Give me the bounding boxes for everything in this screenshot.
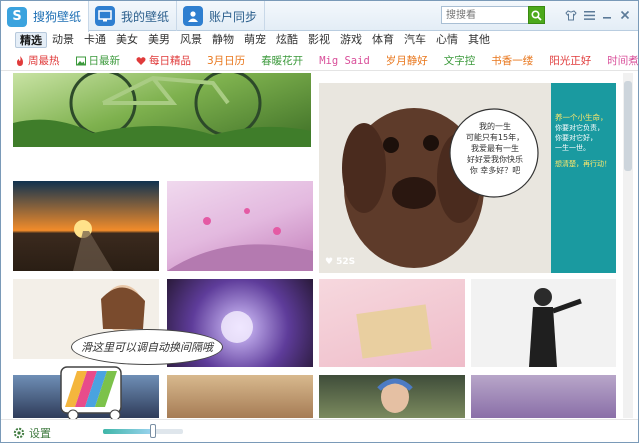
wallpaper-thumbnail[interactable] (13, 73, 311, 147)
category-item[interactable]: 萌宠 (239, 32, 271, 48)
gear-icon (13, 427, 25, 439)
category-item[interactable]: 美男 (143, 32, 175, 48)
close-icon (620, 10, 630, 20)
interval-slider[interactable] (103, 424, 183, 438)
side-line: 一生一世。 (555, 144, 590, 152)
category-item[interactable]: 炫酷 (271, 32, 303, 48)
subcategory-item[interactable]: 春暖花开 (261, 53, 303, 68)
minimize-button[interactable] (599, 7, 615, 23)
search-icon (531, 9, 542, 21)
settings-label: 设置 (29, 427, 51, 440)
subcategory-item[interactable]: Mig Said (319, 55, 370, 67)
category-item[interactable]: 心情 (431, 32, 463, 48)
subcategory-weekly-hot[interactable]: 周最热 (15, 53, 60, 68)
subcategory-item[interactable]: 书香一缕 (491, 53, 533, 68)
top-tab-bar: S 搜狗壁纸 我的壁纸 账户同步 (1, 1, 638, 32)
featured-wallpaper[interactable]: 我的一生 可能只有15年， 我爱最有一生 好好爱我你快乐 你 幸多好？吧 养一个… (319, 83, 616, 273)
quote-line: 可能只有15年， (465, 133, 525, 142)
watermark-text: 52S (336, 257, 356, 267)
monitor-icon (95, 6, 115, 26)
category-item[interactable]: 游戏 (335, 32, 367, 48)
skin-button[interactable] (563, 7, 579, 23)
subcategory-item[interactable]: 时间煮雨 (607, 53, 638, 68)
category-item[interactable]: 风景 (175, 32, 207, 48)
subcategory-label: 每日精品 (149, 55, 191, 67)
fire-icon (17, 55, 23, 66)
wallpaper-thumbnail[interactable] (319, 279, 465, 367)
heart-icon (136, 56, 146, 65)
subcategory-label: 周最热 (28, 55, 60, 67)
side-cta: 想清楚，再行动！ (555, 160, 611, 168)
close-button[interactable] (617, 7, 633, 23)
search-button[interactable] (528, 6, 545, 24)
quote-line: 好好爱我你快乐 (467, 155, 523, 164)
slider-knob[interactable] (149, 424, 156, 438)
subcategory-bar: 周最热 日最新 每日精品 3月日历 春暖花开 Mig Said 岁月静好 文字控… (1, 51, 638, 71)
settings-button[interactable]: 设置 (13, 425, 51, 441)
tab-sogou-wallpaper[interactable]: S 搜狗壁纸 (1, 1, 89, 32)
shirt-icon (565, 9, 577, 20)
app-window: S 搜狗壁纸 我的壁纸 账户同步 搜搜看 精选 动景 卡通 美女 美男 风景 静… (0, 0, 639, 443)
category-bar: 精选 动景 卡通 美女 美男 风景 静物 萌宠 炫酷 影视 游戏 体育 汽车 心… (1, 31, 638, 49)
subcategory-daily-new[interactable]: 日最新 (75, 53, 121, 68)
wallpaper-thumbnail[interactable] (13, 181, 159, 271)
wallpaper-thumbnail[interactable] (167, 181, 313, 271)
category-item[interactable]: 卡通 (79, 32, 111, 48)
tab-label: 我的壁纸 (121, 9, 170, 24)
minimize-icon (603, 17, 611, 19)
menu-button[interactable] (581, 7, 597, 23)
category-item[interactable]: 体育 (367, 32, 399, 48)
quote-line: 你 幸多好？吧 (469, 166, 521, 175)
side-line: 你要对它负责， (555, 124, 604, 132)
tab-my-wallpaper[interactable]: 我的壁纸 (89, 1, 177, 31)
category-item[interactable]: 其他 (463, 32, 495, 48)
tab-label: 账户同步 (209, 9, 258, 24)
vertical-scrollbar[interactable] (623, 73, 633, 418)
side-line: 你要对它好， (555, 134, 597, 142)
subcategory-item[interactable]: 3月日历 (207, 53, 245, 68)
category-item[interactable]: 汽车 (399, 32, 431, 48)
category-featured[interactable]: 精选 (15, 32, 47, 48)
tab-account-sync[interactable]: 账户同步 (177, 1, 265, 31)
subcategory-daily-best[interactable]: 每日精品 (136, 53, 191, 68)
category-item[interactable]: 动景 (47, 32, 79, 48)
heart-icon: ♥ (325, 257, 334, 267)
category-item[interactable]: 美女 (111, 32, 143, 48)
mascot-illustration (60, 366, 122, 421)
sogou-logo-icon: S (7, 6, 27, 27)
quote-line: 我的一生 (479, 122, 511, 131)
picture-icon (75, 56, 86, 65)
menu-icon (583, 10, 595, 20)
side-title: 养一个小生命， (555, 113, 608, 122)
wallpaper-thumbnail[interactable] (471, 279, 616, 367)
tab-label: 搜狗壁纸 (33, 10, 82, 24)
wallpaper-thumbnail[interactable] (319, 375, 465, 418)
subcategory-item[interactable]: 文字控 (444, 53, 476, 68)
subcategory-item[interactable]: 阳光正好 (549, 53, 591, 68)
scrollbar-thumb[interactable] (624, 81, 632, 171)
wallpaper-thumbnail[interactable] (167, 375, 313, 418)
category-item[interactable]: 静物 (207, 32, 239, 48)
wallpaper-thumbnail[interactable] (471, 375, 616, 418)
footer-bar: 设置 (1, 419, 638, 442)
subcategory-label: 日最新 (88, 55, 121, 67)
quote-line: 我爱最有一生 (471, 144, 519, 153)
user-icon (183, 6, 203, 26)
subcategory-item[interactable]: 岁月静好 (386, 53, 428, 68)
category-item[interactable]: 影视 (303, 32, 335, 48)
slider-fill (103, 429, 153, 434)
